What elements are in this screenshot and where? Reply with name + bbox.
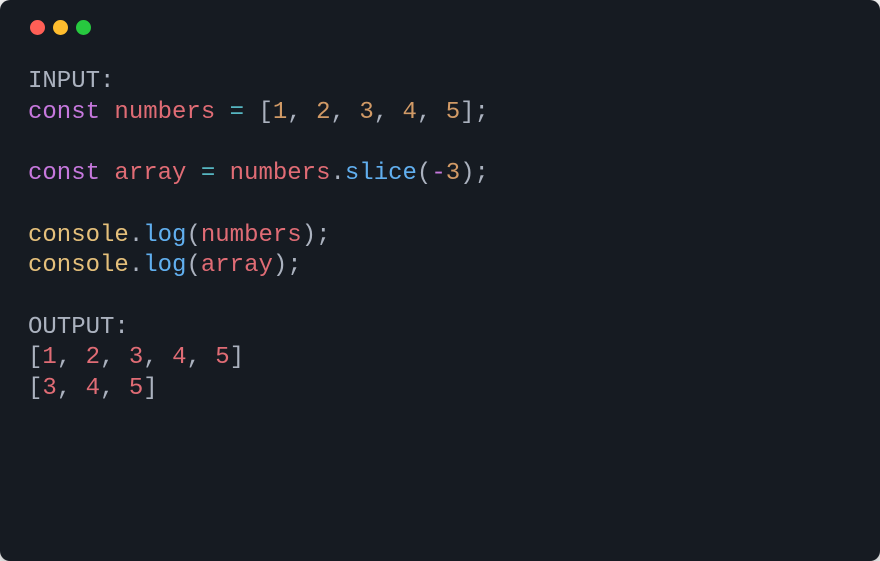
console-obj: console: [28, 252, 129, 279]
op-equals: =: [230, 99, 244, 126]
method-slice: slice: [345, 160, 417, 187]
method-log: log: [143, 252, 186, 279]
code-block: INPUT: const numbers = [1, 2, 3, 4, 5]; …: [28, 67, 852, 405]
keyword-const: const: [28, 160, 100, 187]
arg-numbers: numbers: [201, 222, 302, 249]
output-label: OUTPUT:: [28, 314, 129, 341]
op-equals: =: [201, 160, 215, 187]
var-numbers: numbers: [114, 99, 215, 126]
keyword-const: const: [28, 99, 100, 126]
arg-array: array: [201, 252, 273, 279]
zoom-icon[interactable]: [76, 20, 91, 35]
window-titlebar: [28, 20, 852, 35]
ref-numbers: numbers: [230, 160, 331, 187]
console-obj: console: [28, 222, 129, 249]
close-icon[interactable]: [30, 20, 45, 35]
code-window: INPUT: const numbers = [1, 2, 3, 4, 5]; …: [0, 0, 880, 561]
var-array: array: [114, 160, 186, 187]
method-log: log: [143, 222, 186, 249]
minimize-icon[interactable]: [53, 20, 68, 35]
input-label: INPUT:: [28, 68, 114, 95]
